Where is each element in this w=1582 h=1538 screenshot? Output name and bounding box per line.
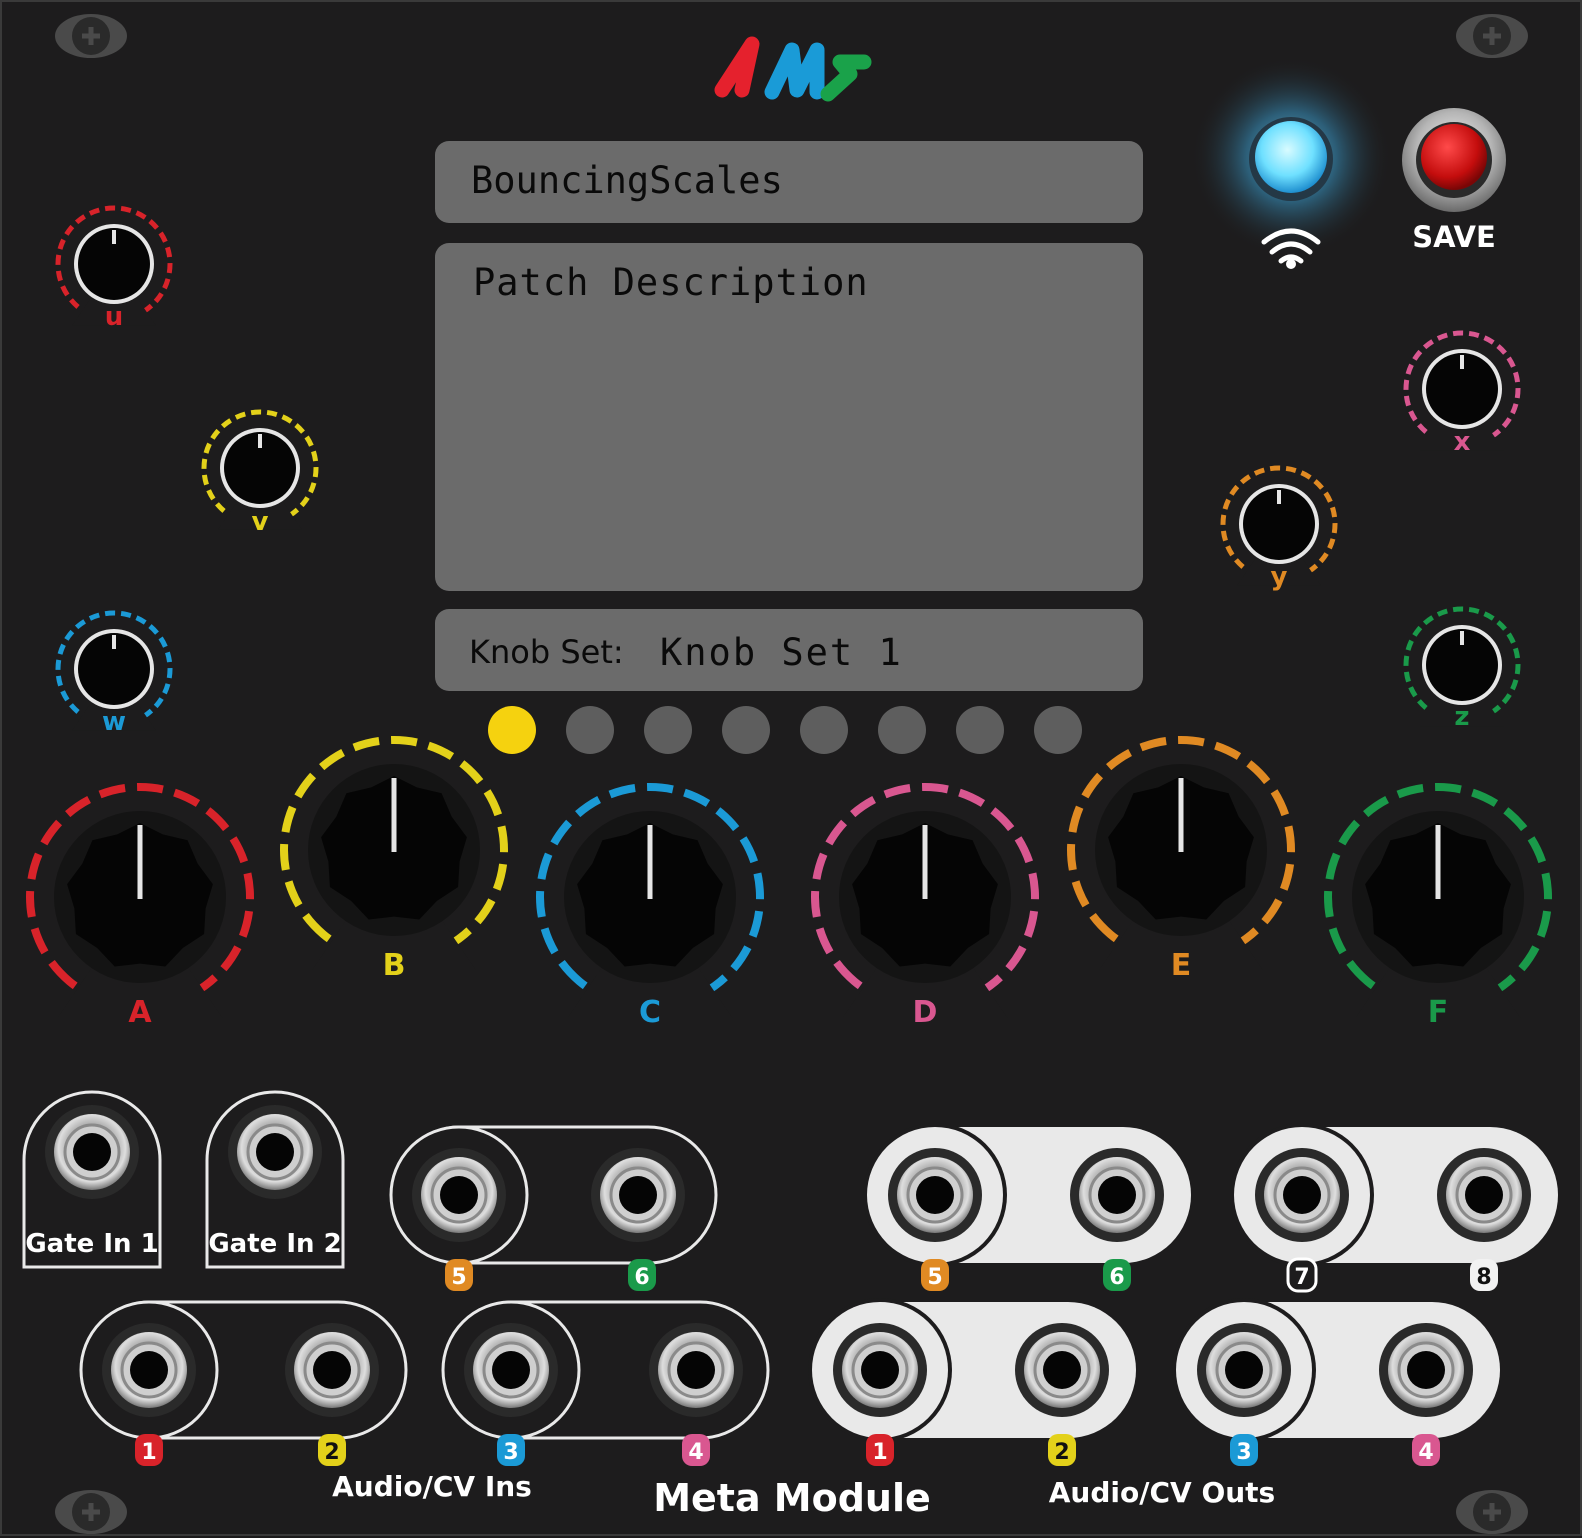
audio-out-7-jack[interactable] xyxy=(1255,1148,1349,1242)
panel-artwork: 5 6 1 2 3 4 5 6 7 8 1 2 3 4 xyxy=(22,14,1558,1534)
svg-text:6: 6 xyxy=(634,1265,649,1290)
audio-in-2-jack[interactable] xyxy=(285,1323,379,1417)
knobset-dot[interactable] xyxy=(956,706,1004,754)
audio-out-2-jack[interactable] xyxy=(1015,1323,1109,1417)
jack-number-tag: 7 xyxy=(1286,1257,1318,1293)
svg-text:8: 8 xyxy=(1476,1265,1491,1290)
svg-text:5: 5 xyxy=(927,1265,942,1290)
knob-label-C: C xyxy=(638,995,662,1030)
knob-label-B: B xyxy=(382,948,406,983)
svg-text:4: 4 xyxy=(688,1440,703,1465)
jack-number-tag: 1 xyxy=(866,1434,894,1466)
save-button[interactable] xyxy=(1421,124,1487,190)
patch-description: Patch Description xyxy=(473,261,869,304)
screw-icon xyxy=(55,14,127,58)
knob-label-E: E xyxy=(1170,948,1192,983)
knob-label-v: v xyxy=(251,507,269,537)
audio-out-3-jack[interactable] xyxy=(1197,1323,1291,1417)
knobset-dot[interactable] xyxy=(722,706,770,754)
patch-name-display[interactable]: BouncingScales xyxy=(435,141,1143,223)
knobset-dot[interactable] xyxy=(488,706,536,754)
patch-description-display[interactable]: Patch Description xyxy=(435,243,1143,591)
module-panel: 5 6 1 2 3 4 5 6 7 8 1 2 3 4 BouncingScales Patch Desc… xyxy=(0,0,1582,1536)
audio-out-1-jack[interactable] xyxy=(833,1323,927,1417)
jack-number-tag: 5 xyxy=(921,1259,949,1291)
gate-in-2-label: Gate In 2 xyxy=(208,1229,342,1259)
save-label: SAVE xyxy=(1412,220,1496,254)
gate-in-1-jack[interactable] xyxy=(45,1105,139,1199)
screw-icon xyxy=(55,1490,127,1534)
knob-label-w: w xyxy=(101,707,127,737)
knob-label-x: x xyxy=(1453,427,1471,457)
svg-text:4: 4 xyxy=(1418,1440,1433,1465)
audio-out-8-jack[interactable] xyxy=(1437,1148,1531,1242)
knobset-dot[interactable] xyxy=(878,706,926,754)
jack-number-tag: 5 xyxy=(445,1259,473,1291)
svg-text:3: 3 xyxy=(1236,1440,1251,1465)
jack-number-tag: 2 xyxy=(318,1434,346,1466)
screw-icon xyxy=(1456,1490,1528,1534)
patch-name: BouncingScales xyxy=(471,159,783,202)
knob-label-u: u xyxy=(104,302,124,332)
knobset-dot[interactable] xyxy=(800,706,848,754)
brand-logo-icon xyxy=(714,36,872,102)
knob-label-y: y xyxy=(1270,562,1288,592)
jack-number-tag: 2 xyxy=(1048,1434,1076,1466)
wifi-button[interactable] xyxy=(1255,121,1327,193)
knob-label-F: F xyxy=(1427,995,1449,1030)
audio-in-4-jack[interactable] xyxy=(649,1323,743,1417)
knobset-value: Knob Set 1 xyxy=(660,631,903,674)
audio-in-5-jack[interactable] xyxy=(412,1148,506,1242)
svg-text:5: 5 xyxy=(451,1265,466,1290)
svg-text:2: 2 xyxy=(324,1440,339,1465)
knobset-display[interactable]: Knob Set: Knob Set 1 xyxy=(435,609,1143,691)
knobset-dot[interactable] xyxy=(1034,706,1082,754)
jack-number-tag: 4 xyxy=(682,1434,710,1466)
knob-label-z: z xyxy=(1454,702,1470,732)
jack-number-tag: 4 xyxy=(1412,1434,1440,1466)
knobset-indicator xyxy=(488,706,1082,754)
svg-text:3: 3 xyxy=(503,1440,518,1465)
knob-label-A: A xyxy=(128,995,152,1030)
audio-out-4-jack[interactable] xyxy=(1379,1323,1473,1417)
audio-in-3-jack[interactable] xyxy=(464,1323,558,1417)
jack-number-tag: 3 xyxy=(1230,1434,1258,1466)
knobset-dot[interactable] xyxy=(566,706,614,754)
knobset-label: Knob Set: xyxy=(469,633,624,671)
knobset-dot[interactable] xyxy=(644,706,692,754)
audio-cv-ins-label: Audio/CV Ins xyxy=(332,1470,532,1503)
jack-number-tag: 1 xyxy=(135,1434,163,1466)
audio-in-6-jack[interactable] xyxy=(591,1148,685,1242)
jack-number-tag: 8 xyxy=(1470,1259,1498,1291)
jack-number-tag: 3 xyxy=(497,1434,525,1466)
jack-number-tag: 6 xyxy=(1103,1259,1131,1291)
gate-in-2-jack[interactable] xyxy=(228,1105,322,1199)
svg-text:1: 1 xyxy=(872,1440,887,1465)
gate-in-1-label: Gate In 1 xyxy=(25,1229,159,1259)
audio-cv-outs-label: Audio/CV Outs xyxy=(1048,1476,1276,1509)
svg-text:2: 2 xyxy=(1054,1440,1069,1465)
screw-icon xyxy=(1456,14,1528,58)
svg-text:1: 1 xyxy=(141,1440,156,1465)
audio-in-1-jack[interactable] xyxy=(102,1323,196,1417)
jack-number-tag: 6 xyxy=(628,1259,656,1291)
svg-text:7: 7 xyxy=(1294,1265,1309,1290)
audio-out-5-jack[interactable] xyxy=(888,1148,982,1242)
audio-out-6-jack[interactable] xyxy=(1070,1148,1164,1242)
knob-label-D: D xyxy=(912,995,938,1030)
module-name: Meta Module xyxy=(653,1476,931,1520)
svg-text:6: 6 xyxy=(1109,1265,1124,1290)
